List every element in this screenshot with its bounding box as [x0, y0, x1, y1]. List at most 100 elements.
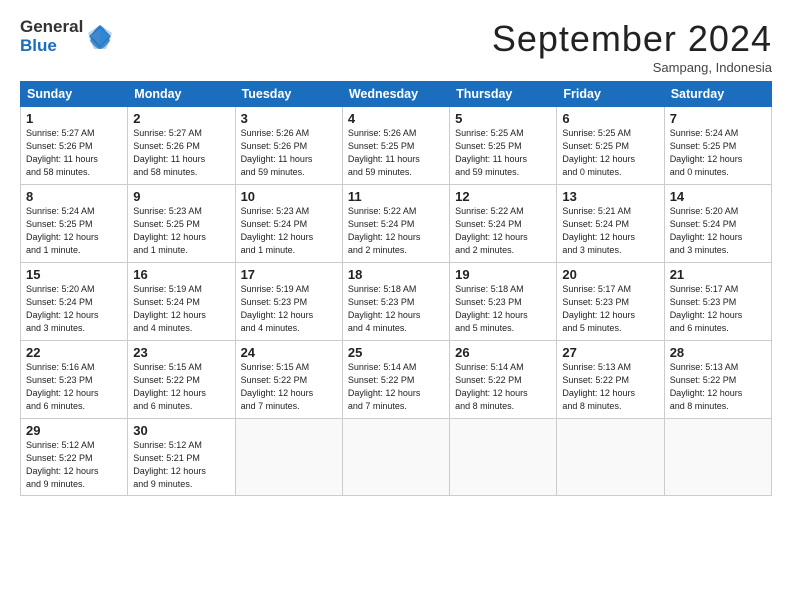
weekday-header-thursday: Thursday — [450, 82, 557, 107]
calendar-cell — [235, 419, 342, 496]
day-number: 3 — [241, 111, 337, 126]
calendar-cell: 3Sunrise: 5:26 AM Sunset: 5:26 PM Daylig… — [235, 107, 342, 185]
day-info: Sunrise: 5:18 AM Sunset: 5:23 PM Dayligh… — [348, 283, 444, 335]
week-row-4: 22Sunrise: 5:16 AM Sunset: 5:23 PM Dayli… — [21, 341, 772, 419]
day-info: Sunrise: 5:24 AM Sunset: 5:25 PM Dayligh… — [670, 127, 766, 179]
calendar-cell: 19Sunrise: 5:18 AM Sunset: 5:23 PM Dayli… — [450, 263, 557, 341]
day-info: Sunrise: 5:25 AM Sunset: 5:25 PM Dayligh… — [562, 127, 658, 179]
location-subtitle: Sampang, Indonesia — [492, 60, 772, 75]
header: General Blue September 2024 Sampang, Ind… — [20, 18, 772, 75]
day-number: 8 — [26, 189, 122, 204]
calendar-cell: 26Sunrise: 5:14 AM Sunset: 5:22 PM Dayli… — [450, 341, 557, 419]
calendar-cell — [664, 419, 771, 496]
day-number: 14 — [670, 189, 766, 204]
day-number: 2 — [133, 111, 229, 126]
day-number: 19 — [455, 267, 551, 282]
day-info: Sunrise: 5:20 AM Sunset: 5:24 PM Dayligh… — [26, 283, 122, 335]
day-info: Sunrise: 5:26 AM Sunset: 5:26 PM Dayligh… — [241, 127, 337, 179]
day-number: 4 — [348, 111, 444, 126]
day-info: Sunrise: 5:14 AM Sunset: 5:22 PM Dayligh… — [455, 361, 551, 413]
day-info: Sunrise: 5:12 AM Sunset: 5:21 PM Dayligh… — [133, 439, 229, 491]
day-info: Sunrise: 5:13 AM Sunset: 5:22 PM Dayligh… — [670, 361, 766, 413]
title-block: September 2024 Sampang, Indonesia — [492, 18, 772, 75]
week-row-1: 1Sunrise: 5:27 AM Sunset: 5:26 PM Daylig… — [21, 107, 772, 185]
day-info: Sunrise: 5:27 AM Sunset: 5:26 PM Dayligh… — [133, 127, 229, 179]
weekday-header-sunday: Sunday — [21, 82, 128, 107]
day-info: Sunrise: 5:13 AM Sunset: 5:22 PM Dayligh… — [562, 361, 658, 413]
calendar-cell: 11Sunrise: 5:22 AM Sunset: 5:24 PM Dayli… — [342, 185, 449, 263]
calendar-cell: 20Sunrise: 5:17 AM Sunset: 5:23 PM Dayli… — [557, 263, 664, 341]
weekday-header-row: SundayMondayTuesdayWednesdayThursdayFrid… — [21, 82, 772, 107]
calendar-cell: 12Sunrise: 5:22 AM Sunset: 5:24 PM Dayli… — [450, 185, 557, 263]
calendar-cell: 17Sunrise: 5:19 AM Sunset: 5:23 PM Dayli… — [235, 263, 342, 341]
day-number: 16 — [133, 267, 229, 282]
day-info: Sunrise: 5:18 AM Sunset: 5:23 PM Dayligh… — [455, 283, 551, 335]
day-info: Sunrise: 5:19 AM Sunset: 5:24 PM Dayligh… — [133, 283, 229, 335]
day-number: 12 — [455, 189, 551, 204]
day-number: 6 — [562, 111, 658, 126]
day-number: 25 — [348, 345, 444, 360]
calendar-cell: 7Sunrise: 5:24 AM Sunset: 5:25 PM Daylig… — [664, 107, 771, 185]
weekday-header-friday: Friday — [557, 82, 664, 107]
day-number: 20 — [562, 267, 658, 282]
day-info: Sunrise: 5:23 AM Sunset: 5:25 PM Dayligh… — [133, 205, 229, 257]
calendar-cell: 10Sunrise: 5:23 AM Sunset: 5:24 PM Dayli… — [235, 185, 342, 263]
calendar-cell: 30Sunrise: 5:12 AM Sunset: 5:21 PM Dayli… — [128, 419, 235, 496]
day-info: Sunrise: 5:17 AM Sunset: 5:23 PM Dayligh… — [670, 283, 766, 335]
day-info: Sunrise: 5:12 AM Sunset: 5:22 PM Dayligh… — [26, 439, 122, 491]
day-info: Sunrise: 5:21 AM Sunset: 5:24 PM Dayligh… — [562, 205, 658, 257]
day-info: Sunrise: 5:16 AM Sunset: 5:23 PM Dayligh… — [26, 361, 122, 413]
calendar-cell: 29Sunrise: 5:12 AM Sunset: 5:22 PM Dayli… — [21, 419, 128, 496]
day-info: Sunrise: 5:25 AM Sunset: 5:25 PM Dayligh… — [455, 127, 551, 179]
calendar-cell: 28Sunrise: 5:13 AM Sunset: 5:22 PM Dayli… — [664, 341, 771, 419]
day-info: Sunrise: 5:14 AM Sunset: 5:22 PM Dayligh… — [348, 361, 444, 413]
day-number: 15 — [26, 267, 122, 282]
calendar-cell: 2Sunrise: 5:27 AM Sunset: 5:26 PM Daylig… — [128, 107, 235, 185]
calendar-cell: 6Sunrise: 5:25 AM Sunset: 5:25 PM Daylig… — [557, 107, 664, 185]
day-number: 18 — [348, 267, 444, 282]
calendar-cell: 16Sunrise: 5:19 AM Sunset: 5:24 PM Dayli… — [128, 263, 235, 341]
day-info: Sunrise: 5:20 AM Sunset: 5:24 PM Dayligh… — [670, 205, 766, 257]
logo-blue: Blue — [20, 37, 83, 56]
calendar-cell — [342, 419, 449, 496]
week-row-3: 15Sunrise: 5:20 AM Sunset: 5:24 PM Dayli… — [21, 263, 772, 341]
weekday-header-wednesday: Wednesday — [342, 82, 449, 107]
calendar-cell: 15Sunrise: 5:20 AM Sunset: 5:24 PM Dayli… — [21, 263, 128, 341]
weekday-header-monday: Monday — [128, 82, 235, 107]
day-info: Sunrise: 5:17 AM Sunset: 5:23 PM Dayligh… — [562, 283, 658, 335]
day-number: 26 — [455, 345, 551, 360]
month-title: September 2024 — [492, 18, 772, 60]
day-number: 22 — [26, 345, 122, 360]
logo: General Blue — [20, 18, 114, 55]
day-number: 10 — [241, 189, 337, 204]
calendar-cell: 5Sunrise: 5:25 AM Sunset: 5:25 PM Daylig… — [450, 107, 557, 185]
day-number: 21 — [670, 267, 766, 282]
calendar-cell: 8Sunrise: 5:24 AM Sunset: 5:25 PM Daylig… — [21, 185, 128, 263]
day-number: 28 — [670, 345, 766, 360]
day-info: Sunrise: 5:24 AM Sunset: 5:25 PM Dayligh… — [26, 205, 122, 257]
calendar-cell: 9Sunrise: 5:23 AM Sunset: 5:25 PM Daylig… — [128, 185, 235, 263]
calendar-cell: 25Sunrise: 5:14 AM Sunset: 5:22 PM Dayli… — [342, 341, 449, 419]
day-number: 7 — [670, 111, 766, 126]
day-info: Sunrise: 5:22 AM Sunset: 5:24 PM Dayligh… — [348, 205, 444, 257]
day-number: 13 — [562, 189, 658, 204]
calendar-cell: 1Sunrise: 5:27 AM Sunset: 5:26 PM Daylig… — [21, 107, 128, 185]
logo-general: General — [20, 18, 83, 37]
day-info: Sunrise: 5:27 AM Sunset: 5:26 PM Dayligh… — [26, 127, 122, 179]
day-number: 11 — [348, 189, 444, 204]
week-row-2: 8Sunrise: 5:24 AM Sunset: 5:25 PM Daylig… — [21, 185, 772, 263]
calendar-cell: 24Sunrise: 5:15 AM Sunset: 5:22 PM Dayli… — [235, 341, 342, 419]
day-info: Sunrise: 5:19 AM Sunset: 5:23 PM Dayligh… — [241, 283, 337, 335]
weekday-header-tuesday: Tuesday — [235, 82, 342, 107]
day-number: 1 — [26, 111, 122, 126]
calendar-page: General Blue September 2024 Sampang, Ind… — [0, 0, 792, 612]
day-number: 30 — [133, 423, 229, 438]
day-info: Sunrise: 5:22 AM Sunset: 5:24 PM Dayligh… — [455, 205, 551, 257]
day-number: 23 — [133, 345, 229, 360]
day-number: 27 — [562, 345, 658, 360]
day-number: 5 — [455, 111, 551, 126]
calendar-cell: 13Sunrise: 5:21 AM Sunset: 5:24 PM Dayli… — [557, 185, 664, 263]
weekday-header-saturday: Saturday — [664, 82, 771, 107]
day-number: 9 — [133, 189, 229, 204]
day-number: 29 — [26, 423, 122, 438]
